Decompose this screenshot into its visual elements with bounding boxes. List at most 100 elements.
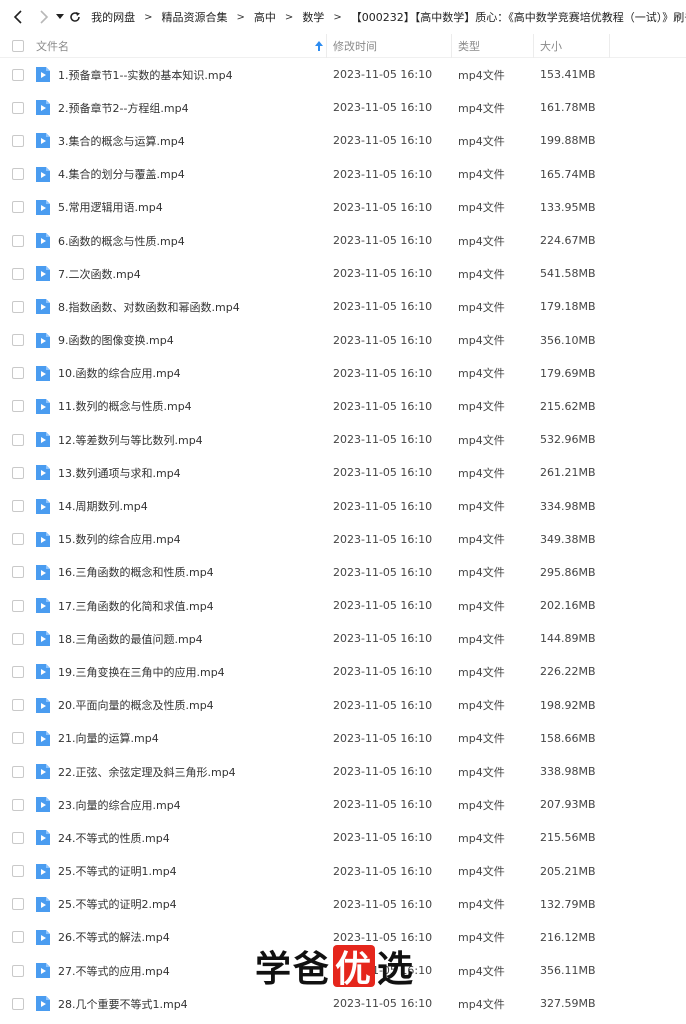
row-checkbox[interactable] [12, 665, 24, 678]
file-row[interactable]: 27.不等式的应用.mp4 2023-11-05 16:10 mp4文件 356.11… [0, 954, 686, 987]
column-header-size[interactable]: 大小 [534, 33, 610, 58]
file-name-cell[interactable]: 12.等差数列与等比数列.mp4 [36, 423, 327, 456]
column-header-name[interactable]: 文件名 [36, 33, 327, 58]
file-row[interactable]: 28.几个重要不等式1.mp4 2023-11-05 16:10 mp4文件 327.… [0, 987, 686, 1020]
file-name[interactable]: 19.三角变换在三角中的应用.mp4 [58, 664, 225, 680]
row-checkbox[interactable] [12, 334, 24, 347]
file-name-cell[interactable]: 7.二次函数.mp4 [36, 257, 327, 290]
file-name[interactable]: 21.向量的运算.mp4 [58, 730, 159, 746]
row-checkbox[interactable] [12, 533, 24, 546]
file-name[interactable]: 28.几个重要不等式1.mp4 [58, 996, 188, 1012]
row-checkbox[interactable] [12, 201, 24, 214]
file-name[interactable]: 2.预备章节2--方程组.mp4 [58, 100, 189, 116]
file-name-cell[interactable]: 2.预备章节2--方程组.mp4 [36, 91, 327, 124]
row-checkbox[interactable] [12, 865, 24, 878]
file-row[interactable]: 7.二次函数.mp4 2023-11-05 16:10 mp4文件 541.58MB [0, 257, 686, 290]
row-checkbox[interactable] [12, 699, 24, 712]
file-name[interactable]: 24.不等式的性质.mp4 [58, 830, 170, 846]
file-name[interactable]: 26.不等式的解法.mp4 [58, 929, 170, 945]
file-name-cell[interactable]: 21.向量的运算.mp4 [36, 722, 327, 755]
row-checkbox[interactable] [12, 500, 24, 513]
file-row[interactable]: 22.正弦、余弦定理及斜三角形.mp4 2023-11-05 16:10 mp4文件… [0, 755, 686, 788]
file-name[interactable]: 23.向量的综合应用.mp4 [58, 797, 181, 813]
file-name-cell[interactable]: 19.三角变换在三角中的应用.mp4 [36, 655, 327, 688]
file-name-cell[interactable]: 13.数列通项与求和.mp4 [36, 456, 327, 489]
file-name[interactable]: 16.三角函数的概念和性质.mp4 [58, 564, 214, 580]
file-name[interactable]: 3.集合的概念与运算.mp4 [58, 133, 185, 149]
breadcrumb-item-math[interactable]: 数学 [300, 9, 326, 25]
file-row[interactable]: 10.函数的综合应用.mp4 2023-11-05 16:10 mp4文件 179.6… [0, 357, 686, 390]
file-name[interactable]: 17.三角函数的化简和求值.mp4 [58, 598, 214, 614]
file-row[interactable]: 4.集合的划分与覆盖.mp4 2023-11-05 16:10 mp4文件 165.7… [0, 158, 686, 191]
breadcrumb-item-collection[interactable]: 精品资源合集 [160, 9, 230, 25]
row-checkbox[interactable] [12, 168, 24, 181]
column-header-type[interactable]: 类型 [452, 33, 534, 58]
file-name[interactable]: 14.周期数列.mp4 [58, 498, 148, 514]
row-checkbox[interactable] [12, 599, 24, 612]
row-checkbox[interactable] [12, 997, 24, 1010]
file-row[interactable]: 14.周期数列.mp4 2023-11-05 16:10 mp4文件 334.98MB [0, 489, 686, 522]
file-row[interactable]: 26.不等式的解法.mp4 2023-11-05 16:10 mp4文件 216.12… [0, 921, 686, 954]
file-row[interactable]: 12.等差数列与等比数列.mp4 2023-11-05 16:10 mp4文件 532… [0, 423, 686, 456]
breadcrumb-item-my-disk[interactable]: 我的网盘 [89, 9, 137, 25]
file-name-cell[interactable]: 24.不等式的性质.mp4 [36, 821, 327, 854]
file-name-cell[interactable]: 26.不等式的解法.mp4 [36, 921, 327, 954]
file-name[interactable]: 5.常用逻辑用语.mp4 [58, 199, 163, 215]
row-checkbox[interactable] [12, 267, 24, 280]
file-row[interactable]: 18.三角函数的最值问题.mp4 2023-11-05 16:10 mp4文件 144… [0, 622, 686, 655]
file-name-cell[interactable]: 4.集合的划分与覆盖.mp4 [36, 158, 327, 191]
file-name[interactable]: 8.指数函数、对数函数和幂函数.mp4 [58, 299, 240, 315]
file-row[interactable]: 25.不等式的证明2.mp4 2023-11-05 16:10 mp4文件 132.7… [0, 888, 686, 921]
file-name-cell[interactable]: 11.数列的概念与性质.mp4 [36, 390, 327, 423]
file-name-cell[interactable]: 25.不等式的证明1.mp4 [36, 855, 327, 888]
row-checkbox[interactable] [12, 831, 24, 844]
file-name-cell[interactable]: 5.常用逻辑用语.mp4 [36, 191, 327, 224]
row-checkbox[interactable] [12, 400, 24, 413]
file-row[interactable]: 6.函数的概念与性质.mp4 2023-11-05 16:10 mp4文件 224.6… [0, 224, 686, 257]
file-row[interactable]: 11.数列的概念与性质.mp4 2023-11-05 16:10 mp4文件 215.… [0, 390, 686, 423]
file-name-cell[interactable]: 10.函数的综合应用.mp4 [36, 357, 327, 390]
file-row[interactable]: 15.数列的综合应用.mp4 2023-11-05 16:10 mp4文件 349.3… [0, 523, 686, 556]
file-row[interactable]: 19.三角变换在三角中的应用.mp4 2023-11-05 16:10 mp4文件 2… [0, 655, 686, 688]
file-name[interactable]: 11.数列的概念与性质.mp4 [58, 398, 192, 414]
file-row[interactable]: 17.三角函数的化简和求值.mp4 2023-11-05 16:10 mp4文件 20… [0, 589, 686, 622]
file-name-cell[interactable]: 25.不等式的证明2.mp4 [36, 888, 327, 921]
row-checkbox[interactable] [12, 134, 24, 147]
file-name[interactable]: 9.函数的图像变换.mp4 [58, 332, 174, 348]
file-name[interactable]: 13.数列通项与求和.mp4 [58, 465, 181, 481]
file-row[interactable]: 13.数列通项与求和.mp4 2023-11-05 16:10 mp4文件 261.2… [0, 456, 686, 489]
file-row[interactable]: 1.预备章节1--实数的基本知识.mp4 2023-11-05 16:10 mp4文… [0, 58, 686, 91]
file-name[interactable]: 7.二次函数.mp4 [58, 266, 141, 282]
row-checkbox[interactable] [12, 466, 24, 479]
file-row[interactable]: 16.三角函数的概念和性质.mp4 2023-11-05 16:10 mp4文件 29… [0, 556, 686, 589]
file-name-cell[interactable]: 17.三角函数的化简和求值.mp4 [36, 589, 327, 622]
row-checkbox[interactable] [12, 931, 24, 944]
file-name-cell[interactable]: 18.三角函数的最值问题.mp4 [36, 622, 327, 655]
file-name[interactable]: 22.正弦、余弦定理及斜三角形.mp4 [58, 764, 236, 780]
file-name[interactable]: 12.等差数列与等比数列.mp4 [58, 432, 203, 448]
row-checkbox[interactable] [12, 898, 24, 911]
file-row[interactable]: 23.向量的综合应用.mp4 2023-11-05 16:10 mp4文件 207.9… [0, 788, 686, 821]
row-checkbox[interactable] [12, 964, 24, 977]
file-name[interactable]: 10.函数的综合应用.mp4 [58, 365, 181, 381]
file-name-cell[interactable]: 27.不等式的应用.mp4 [36, 954, 327, 987]
file-name[interactable]: 27.不等式的应用.mp4 [58, 963, 170, 979]
row-checkbox[interactable] [12, 367, 24, 380]
file-name-cell[interactable]: 16.三角函数的概念和性质.mp4 [36, 556, 327, 589]
file-row[interactable]: 9.函数的图像变换.mp4 2023-11-05 16:10 mp4文件 356.10… [0, 324, 686, 357]
file-name-cell[interactable]: 9.函数的图像变换.mp4 [36, 324, 327, 357]
row-checkbox[interactable] [12, 566, 24, 579]
back-button[interactable] [8, 0, 28, 34]
file-row[interactable]: 8.指数函数、对数函数和幂函数.mp4 2023-11-05 16:10 mp4文件… [0, 290, 686, 323]
row-checkbox[interactable] [12, 68, 24, 81]
file-name-cell[interactable]: 3.集合的概念与运算.mp4 [36, 124, 327, 157]
sort-up-arrow-icon[interactable] [315, 40, 323, 51]
select-all-checkbox[interactable] [12, 39, 24, 52]
file-row[interactable]: 3.集合的概念与运算.mp4 2023-11-05 16:10 mp4文件 199.8… [0, 124, 686, 157]
column-header-modified[interactable]: 修改时间 [327, 33, 452, 58]
breadcrumb-item-course-folder[interactable]: 【000232】【高中数学】质心：《高中数学竞赛培优教程（一试）》刷书... [349, 9, 686, 25]
file-row[interactable]: 21.向量的运算.mp4 2023-11-05 16:10 mp4文件 158.66M… [0, 722, 686, 755]
file-name-cell[interactable]: 8.指数函数、对数函数和幂函数.mp4 [36, 290, 327, 323]
file-name[interactable]: 4.集合的划分与覆盖.mp4 [58, 166, 185, 182]
file-name-cell[interactable]: 15.数列的综合应用.mp4 [36, 523, 327, 556]
